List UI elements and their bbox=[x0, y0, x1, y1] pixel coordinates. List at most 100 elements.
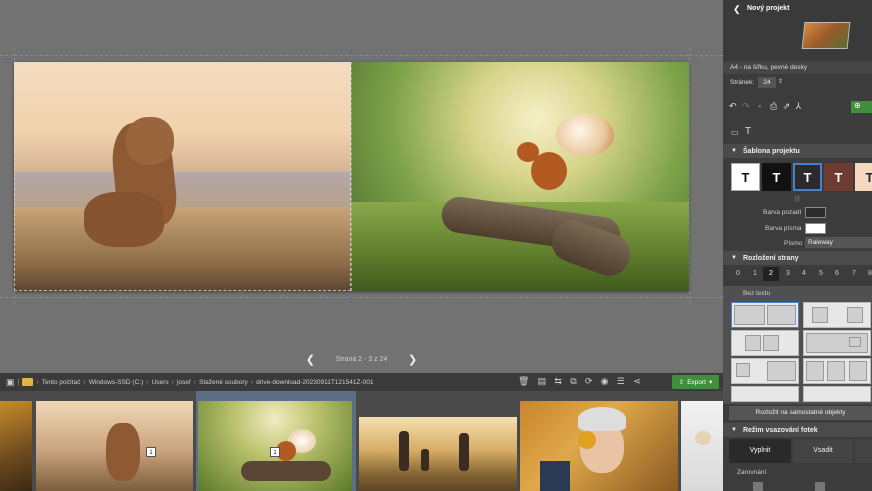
center-tick-bottom bbox=[351, 297, 352, 303]
layout-count-4[interactable]: 4 bbox=[796, 267, 812, 281]
template-swatch-black[interactable]: T bbox=[762, 163, 791, 191]
breadcrumb-4[interactable]: Stažené soubory bbox=[196, 379, 251, 386]
properties-panel: ❮ Nový projekt A4 - na šířku, pevné desk… bbox=[723, 0, 872, 491]
layout-count-6[interactable]: 6 bbox=[829, 267, 845, 281]
squirrel-photo[interactable] bbox=[351, 62, 689, 291]
book-preview[interactable] bbox=[801, 22, 851, 49]
sort-icon[interactable]: ☰ bbox=[617, 376, 625, 387]
section-fit-title: Režim vsazování fotek bbox=[742, 426, 818, 434]
breadcrumb-0[interactable]: Tento počítač bbox=[39, 379, 84, 386]
prev-page-button[interactable]: ❮ bbox=[303, 353, 317, 366]
new-folder-icon[interactable]: ▤ bbox=[538, 376, 547, 387]
font-select[interactable]: Raleway bbox=[805, 237, 872, 248]
layout-option-5[interactable] bbox=[731, 358, 799, 384]
guide-right bbox=[689, 48, 690, 304]
photo-strip[interactable]: 1 1 bbox=[0, 391, 723, 491]
editor-canvas[interactable]: ❮ Strana 2 - 3 z 24 ❯ bbox=[0, 0, 723, 371]
image-icon[interactable]: ▭ bbox=[731, 128, 739, 137]
eye-icon[interactable]: ◉ bbox=[601, 376, 609, 387]
scroll-handle-icon[interactable]: ||| bbox=[795, 196, 800, 202]
copy-icon[interactable]: ⧉ bbox=[570, 376, 576, 387]
font-color-picker[interactable] bbox=[805, 223, 826, 234]
usage-badge: 1 bbox=[146, 447, 156, 457]
layout-count-3[interactable]: 3 bbox=[780, 267, 796, 281]
save-icon[interactable]: ▪ bbox=[758, 101, 761, 111]
product-label: A4 - na šířku, pevné desky bbox=[730, 64, 807, 71]
layout-option-7[interactable] bbox=[731, 386, 799, 402]
dog-photo[interactable] bbox=[14, 62, 351, 291]
template-swatch-dark-selected[interactable]: T bbox=[793, 163, 822, 191]
breadcrumb-1[interactable]: Windows-SSD (C:) bbox=[86, 379, 147, 386]
pages-label: Stránek: bbox=[730, 79, 755, 86]
back-icon[interactable]: ❮ bbox=[733, 4, 741, 15]
bg-color-picker[interactable] bbox=[805, 207, 826, 218]
caret-down-icon: ▼ bbox=[731, 255, 737, 261]
section-fit-mode[interactable]: ▼ Režim vsazování fotek bbox=[723, 423, 872, 437]
align-label: Zarovnání bbox=[737, 469, 767, 476]
split-objects-label: Rozložit na samostatné objekty bbox=[755, 409, 846, 416]
text-tool-icon[interactable]: ⅄ bbox=[796, 101, 802, 111]
share-icon[interactable]: ⇗ bbox=[783, 101, 791, 111]
template-swatch-peach[interactable]: T bbox=[855, 163, 872, 191]
fill-option[interactable]: Vyplnit bbox=[729, 439, 791, 463]
thumb-squirrel[interactable]: 1 bbox=[196, 391, 356, 491]
layout-count-8[interactable]: 8 bbox=[862, 267, 872, 281]
print-icon[interactable]: ⎙ bbox=[770, 101, 777, 111]
guide-bottom bbox=[0, 297, 723, 298]
file-browser-bar: ▣ | › Tento počítač › Windows-SSD (C:) ›… bbox=[0, 373, 723, 391]
product-row[interactable]: A4 - na šířku, pevné desky bbox=[723, 62, 872, 74]
folder-icon[interactable] bbox=[22, 378, 34, 386]
thumb-dog[interactable]: 1 bbox=[36, 391, 193, 491]
section-template[interactable]: ▼ Šablona projektu bbox=[723, 144, 872, 158]
text-icon[interactable]: T bbox=[745, 126, 751, 137]
app-window: ❮ Strana 2 - 3 z 24 ❯ ▣ | › Tento počíta… bbox=[0, 0, 872, 491]
rotate-icon[interactable]: ⟳ bbox=[585, 376, 593, 387]
photobook-spread[interactable] bbox=[14, 62, 689, 291]
template-swatch-brown[interactable]: T bbox=[824, 163, 853, 191]
layout-count-0[interactable]: 0 bbox=[730, 267, 746, 281]
caret-down-icon: ▼ bbox=[731, 148, 737, 154]
project-title: Nový projekt bbox=[747, 5, 790, 12]
thumb-family[interactable] bbox=[359, 391, 517, 491]
caret-down-icon: ▼ bbox=[731, 427, 737, 433]
redo-icon[interactable]: ↷ bbox=[742, 101, 750, 111]
breadcrumb-3[interactable]: josef bbox=[174, 379, 194, 386]
page-navigator: ❮ Strana 2 - 3 z 24 ❯ bbox=[0, 353, 723, 367]
thumb-autumn-trees[interactable] bbox=[0, 391, 32, 491]
layout-count-7[interactable]: 7 bbox=[846, 267, 862, 281]
pages-stepper-icon[interactable]: ⇕ bbox=[778, 78, 783, 85]
layout-option-1[interactable] bbox=[731, 302, 799, 328]
breadcrumb-5[interactable]: drive-download-20230911T121541Z-001 bbox=[253, 379, 376, 386]
fit-option[interactable]: Vsadit bbox=[793, 439, 853, 463]
align-option-2[interactable] bbox=[815, 482, 825, 491]
section-layout[interactable]: ▼ Rozložení strany bbox=[723, 251, 872, 265]
breadcrumb-2[interactable]: Users bbox=[149, 379, 172, 386]
page-indicator: Strana 2 - 3 z 24 bbox=[335, 356, 388, 363]
photos-folder-icon[interactable]: ▣ bbox=[6, 377, 15, 388]
layout-option-6[interactable] bbox=[803, 358, 871, 384]
thumb-white[interactable] bbox=[681, 391, 723, 491]
pages-input[interactable]: 24 bbox=[758, 77, 776, 88]
fit-option-label: Vsadit bbox=[813, 447, 833, 454]
layout-count-5[interactable]: 5 bbox=[813, 267, 829, 281]
move-icon[interactable]: ⇆ bbox=[554, 376, 562, 387]
crop-option[interactable] bbox=[855, 439, 872, 463]
layout-count-1[interactable]: 1 bbox=[747, 267, 763, 281]
layout-option-8[interactable] bbox=[803, 386, 871, 402]
share-icon[interactable]: ⋖ bbox=[633, 376, 641, 387]
template-swatch-white[interactable]: T bbox=[731, 163, 760, 191]
layout-option-4[interactable] bbox=[803, 330, 871, 356]
thumb-girl[interactable] bbox=[520, 391, 678, 491]
fill-option-label: Vyplnit bbox=[749, 447, 771, 454]
split-objects-button[interactable]: Rozložit na samostatné objekty bbox=[729, 406, 872, 420]
next-page-button[interactable]: ❯ bbox=[406, 353, 420, 366]
cart-button[interactable]: ⊕ bbox=[851, 101, 872, 113]
layout-option-3[interactable] bbox=[731, 330, 799, 356]
align-option-1[interactable] bbox=[753, 482, 763, 491]
undo-icon[interactable]: ↶ bbox=[729, 101, 737, 111]
layout-option-2[interactable] bbox=[803, 302, 871, 328]
export-button[interactable]: ⇪ Export ▾ bbox=[672, 375, 719, 389]
layout-count-2[interactable]: 2 bbox=[763, 267, 779, 281]
center-tick-top bbox=[351, 48, 352, 54]
trash-icon[interactable]: 🗑 bbox=[518, 376, 529, 387]
